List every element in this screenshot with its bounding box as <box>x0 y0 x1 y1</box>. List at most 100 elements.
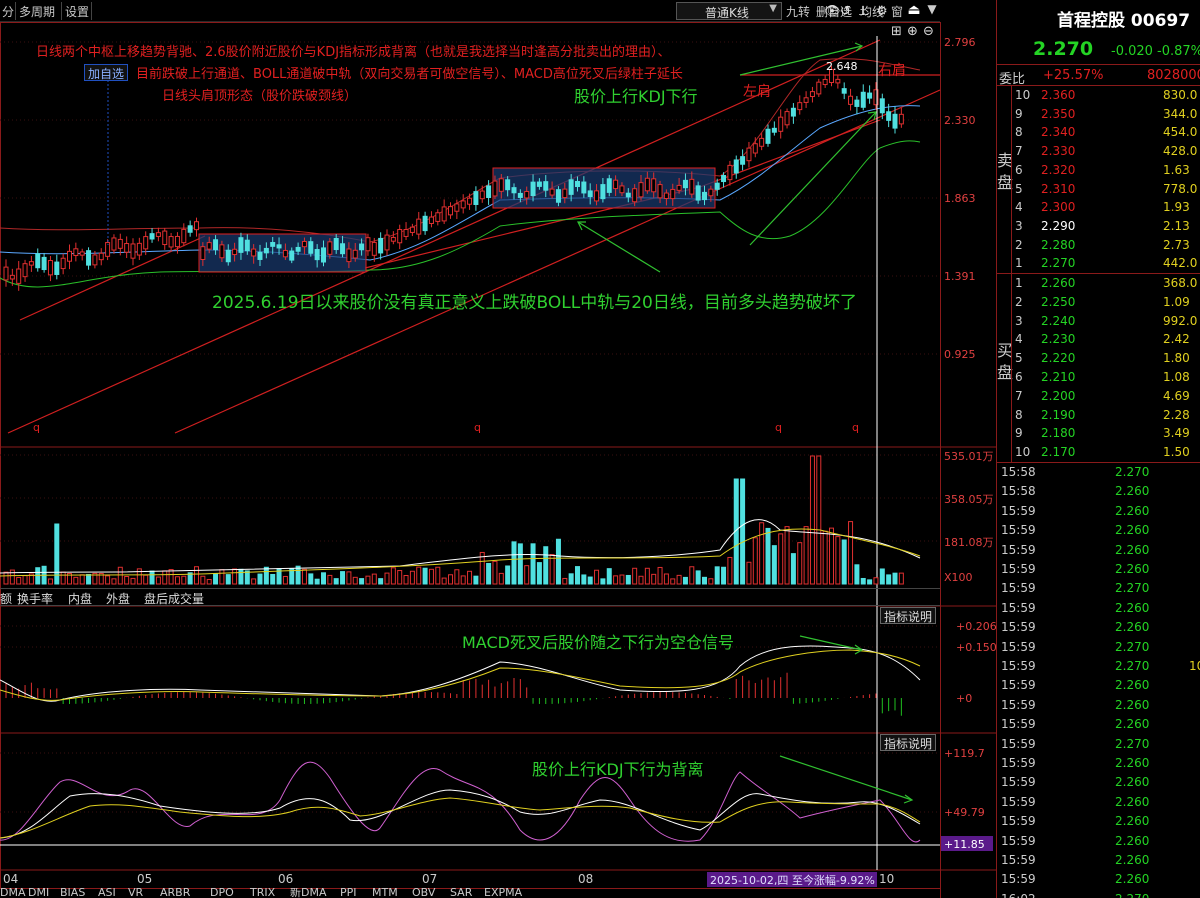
toolbar-item-fen[interactable]: 分 <box>2 3 14 20</box>
level-price: 2.350 <box>1041 106 1076 121</box>
tab-indicator[interactable]: TRIX <box>250 888 275 898</box>
tab-indicator[interactable]: 新DMA <box>290 888 327 898</box>
tab-indicator[interactable]: EXPMA <box>484 888 522 898</box>
order-book-row[interactable]: 7 2.200 4.69 <box>997 387 1200 406</box>
level-number: 9 <box>1015 426 1023 441</box>
indicator-tabs: DMA DMI BIAS ASI VR ARBR DPO TRIX 新DMA P… <box>0 888 700 898</box>
macd-histogram <box>5 672 902 716</box>
tab-outer[interactable]: 外盘 <box>106 590 130 607</box>
tab-indicator[interactable]: ARBR <box>160 888 190 898</box>
expand-icon[interactable]: ⏏ <box>906 2 922 20</box>
level-price: 2.330 <box>1041 144 1076 159</box>
chart-area[interactable]: 2.796 2.330 1.863 1.391 0.925 535.01万 35… <box>0 22 996 898</box>
tab-indicator[interactable]: DPO <box>210 888 234 898</box>
tab-indicator[interactable]: MTM <box>372 888 398 898</box>
annotation-text: 日线两个中枢上移趋势背驰、2.6股价附近股价与KDJ指标形成背离（也就是我选择当… <box>36 44 671 60</box>
tab-after-hours[interactable]: 盘后成交量 <box>144 590 204 607</box>
level-volume: 830.0 <box>1163 88 1198 102</box>
level-number: 6 <box>1015 162 1023 177</box>
level-volume: 4.69 <box>1163 388 1190 403</box>
order-book-row[interactable]: 3 2.240 992.0 <box>997 312 1200 331</box>
period-select[interactable]: 普通K线 ▼ <box>676 2 782 20</box>
order-book-row[interactable]: 8 2.190 2.28 <box>997 406 1200 425</box>
tab-indicator[interactable]: VR <box>128 888 143 898</box>
order-book-row[interactable]: 2 2.250 1.09 <box>997 293 1200 312</box>
level-number: 2 <box>1015 294 1023 309</box>
tab-turnover[interactable]: 换手率 <box>17 590 53 607</box>
order-book-row[interactable]: 6 2.320 1.63 <box>997 161 1200 180</box>
eye-icon[interactable]: 👁 <box>824 4 841 19</box>
tick-time: 15:59 <box>1001 775 1036 790</box>
chart-toolbar: 分 多周期 设置 普通K线 ▼ 九转 删自选 均线 窗 ⏏ ▼ <box>0 0 940 22</box>
tick-row: 15:59 2.260 <box>997 754 1200 774</box>
ruler-icon[interactable]: ⊥ <box>858 4 869 19</box>
tick-time: 15:59 <box>1001 853 1036 867</box>
level-number: 7 <box>1015 388 1023 403</box>
tab-indicator[interactable]: ASI <box>98 888 116 898</box>
macd-dea <box>0 649 921 701</box>
order-book-row[interactable]: 10 2.170 1.50 <box>997 443 1200 462</box>
level-number: 10 <box>1015 445 1031 460</box>
order-ratio-row: 委比 +25.57% 8028000 <box>997 64 1200 87</box>
tick-row: 15:59 2.270 10 <box>997 657 1200 677</box>
tick-time: 15:59 <box>1001 503 1036 518</box>
tab-indicator[interactable]: SAR <box>450 888 472 898</box>
tick-row: 15:58 2.270 <box>997 463 1200 483</box>
order-book-row[interactable]: 1 2.260 368.0 <box>997 274 1200 293</box>
tick-time: 15:59 <box>1001 639 1036 654</box>
order-book-row[interactable]: 6 2.210 1.08 <box>997 368 1200 387</box>
tab-inner[interactable]: 内盘 <box>68 590 92 607</box>
tick-row: 15:59 2.260 <box>997 618 1200 638</box>
level-volume: 2.28 <box>1163 407 1190 422</box>
toolbar-item-multi-period[interactable]: 多周期 <box>19 3 55 20</box>
level-volume: 992.0 <box>1163 313 1198 328</box>
macd-help-button[interactable]: 指标说明 <box>880 607 937 624</box>
order-book-row[interactable]: 9 2.350 344.0 <box>997 105 1200 124</box>
tab-indicator[interactable]: DMI <box>28 888 49 898</box>
price-axis-label: 0.925 <box>944 348 976 361</box>
order-book-row[interactable]: 4 2.230 2.42 <box>997 330 1200 349</box>
order-book-row[interactable]: 2 2.280 2.73 <box>997 236 1200 255</box>
tab-indicator[interactable]: OBV <box>412 888 435 898</box>
tick-row: 15:58 2.260 <box>997 482 1200 502</box>
order-book-row[interactable]: 5 2.220 1.80 <box>997 349 1200 368</box>
boll-upper <box>0 58 921 243</box>
tab-indicator[interactable]: DMA <box>0 888 26 898</box>
toolbar-window[interactable]: 窗 <box>891 3 903 20</box>
q-marker: q <box>33 421 40 434</box>
order-book-row[interactable]: 9 2.180 3.49 <box>997 424 1200 443</box>
volume-subtabs: 额 换手率 内盘 外盘 盘后成交量 <box>0 588 940 606</box>
order-book-row[interactable]: 1 2.270 442.0 <box>997 254 1200 273</box>
order-book-row[interactable]: 3 2.290 2.13 <box>997 217 1200 236</box>
tick-price: 2.270 <box>1115 639 1150 654</box>
tab-indicator[interactable]: PPI <box>340 888 357 898</box>
toolbar-item-settings[interactable]: 设置 <box>65 3 89 20</box>
order-book-row[interactable]: 4 2.300 1.93 <box>997 198 1200 217</box>
month-label: 08 <box>578 872 593 886</box>
zoom-in-icon[interactable]: ⊕ <box>907 24 918 39</box>
order-book-row[interactable]: 5 2.310 778.0 <box>997 180 1200 199</box>
price-axis-label: 2.330 <box>944 114 976 127</box>
tick-time: 15:59 <box>1001 833 1036 848</box>
toolbar-nine-turn[interactable]: 九转 <box>786 3 810 20</box>
settings-icon[interactable]: ⚙ <box>876 4 888 19</box>
level-volume: 442.0 <box>1163 256 1198 271</box>
tab-amount[interactable]: 额 <box>0 590 12 607</box>
order-book-row[interactable]: 7 2.330 428.0 <box>997 142 1200 161</box>
kdj-help-button[interactable]: 指标说明 <box>880 734 937 751</box>
tick-price: 2.260 <box>1115 523 1150 538</box>
month-label: 04 <box>3 872 18 886</box>
zoom-out-icon[interactable]: ⊖ <box>923 24 934 39</box>
undo-icon[interactable]: ↺ <box>840 4 851 19</box>
add-watch-button[interactable]: 加自选 <box>84 64 129 81</box>
grid-icon[interactable]: ⊞ <box>891 24 902 39</box>
tick-time: 15:59 <box>1001 794 1036 809</box>
order-book-row[interactable]: 8 2.340 454.0 <box>997 123 1200 142</box>
q-marker: q <box>474 421 481 434</box>
tick-time: 16:02 <box>1001 892 1036 898</box>
chevron-down-icon[interactable]: ▼ <box>924 2 940 20</box>
order-book-row[interactable]: 10 2.360 830.0 <box>997 86 1200 105</box>
level-number: 9 <box>1015 106 1023 121</box>
annotation-text: 日线头肩顶形态（股价跌破颈线） <box>162 88 357 104</box>
tab-indicator[interactable]: BIAS <box>60 888 85 898</box>
